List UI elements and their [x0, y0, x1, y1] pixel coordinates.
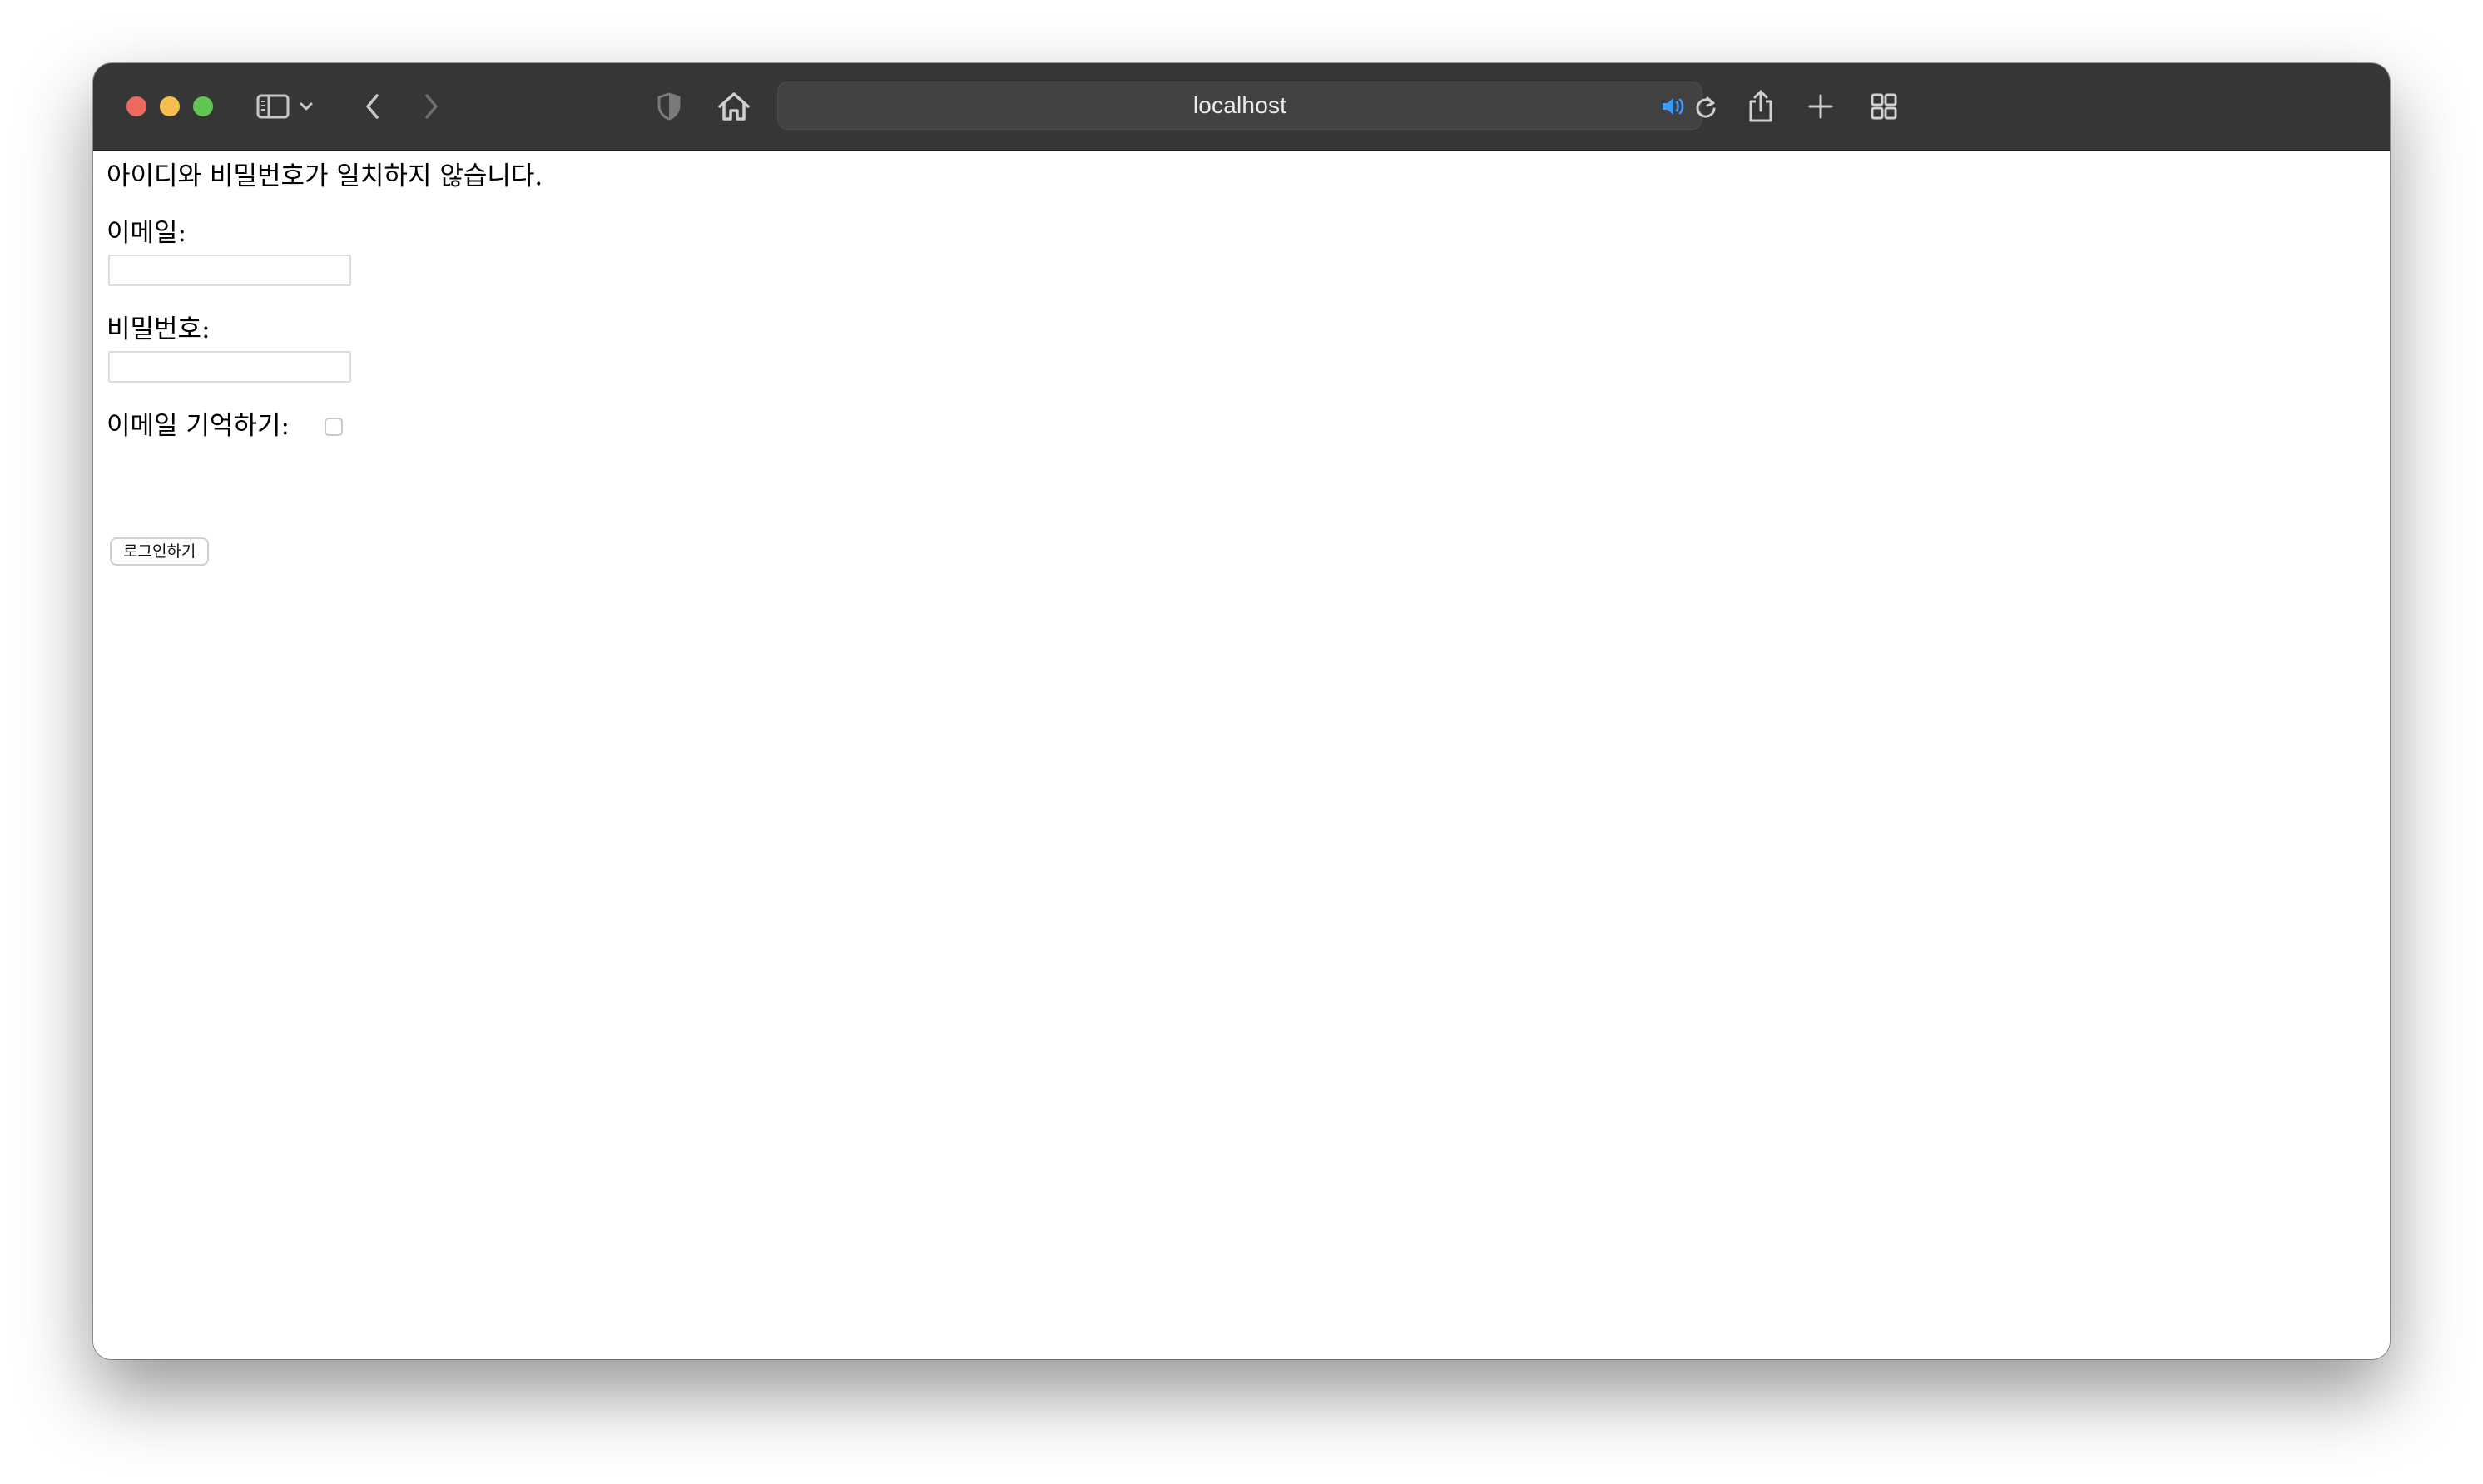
maximize-window-button[interactable]	[193, 96, 213, 116]
share-icon[interactable]	[1739, 85, 1782, 128]
browser-window: localhost 아이디와 비밀번호가 일치하지 않습니다. 이메일: 비밀번…	[93, 63, 2390, 1359]
page-content: 아이디와 비밀번호가 일치하지 않습니다. 이메일: 비밀번호: 이메일 기억하…	[93, 151, 2390, 1359]
remember-email-label: 이메일 기억하기:	[107, 411, 290, 441]
audio-playing-icon[interactable]	[1659, 85, 1686, 128]
address-text: localhost	[1192, 92, 1287, 118]
login-error-message: 아이디와 비밀번호가 일치하지 않습니다.	[107, 161, 543, 191]
new-tab-icon[interactable]	[1799, 85, 1842, 128]
browser-toolbar: localhost	[93, 63, 2390, 151]
address-bar[interactable]: localhost	[777, 82, 1716, 130]
forward-icon[interactable]	[409, 85, 453, 128]
close-window-button[interactable]	[126, 96, 146, 116]
minimize-window-button[interactable]	[160, 96, 180, 116]
login-button[interactable]: 로그인하기	[110, 537, 210, 566]
password-field[interactable]	[108, 351, 351, 383]
back-icon[interactable]	[351, 85, 394, 128]
screen: localhost 아이디와 비밀번호가 일치하지 않습니다. 이메일: 비밀번…	[0, 0, 2483, 1484]
chevron-down-icon[interactable]	[295, 85, 318, 128]
email-label: 이메일:	[107, 218, 187, 248]
password-label: 비밀번호:	[107, 314, 211, 344]
tab-overview-icon[interactable]	[1862, 85, 1906, 128]
remember-email-checkbox[interactable]	[325, 418, 343, 436]
privacy-shield-icon[interactable]	[647, 85, 691, 128]
sidebar-toggle-icon[interactable]	[251, 85, 295, 128]
email-field[interactable]	[108, 255, 351, 286]
reload-icon[interactable]	[1693, 85, 1719, 128]
home-icon[interactable]	[712, 85, 756, 128]
